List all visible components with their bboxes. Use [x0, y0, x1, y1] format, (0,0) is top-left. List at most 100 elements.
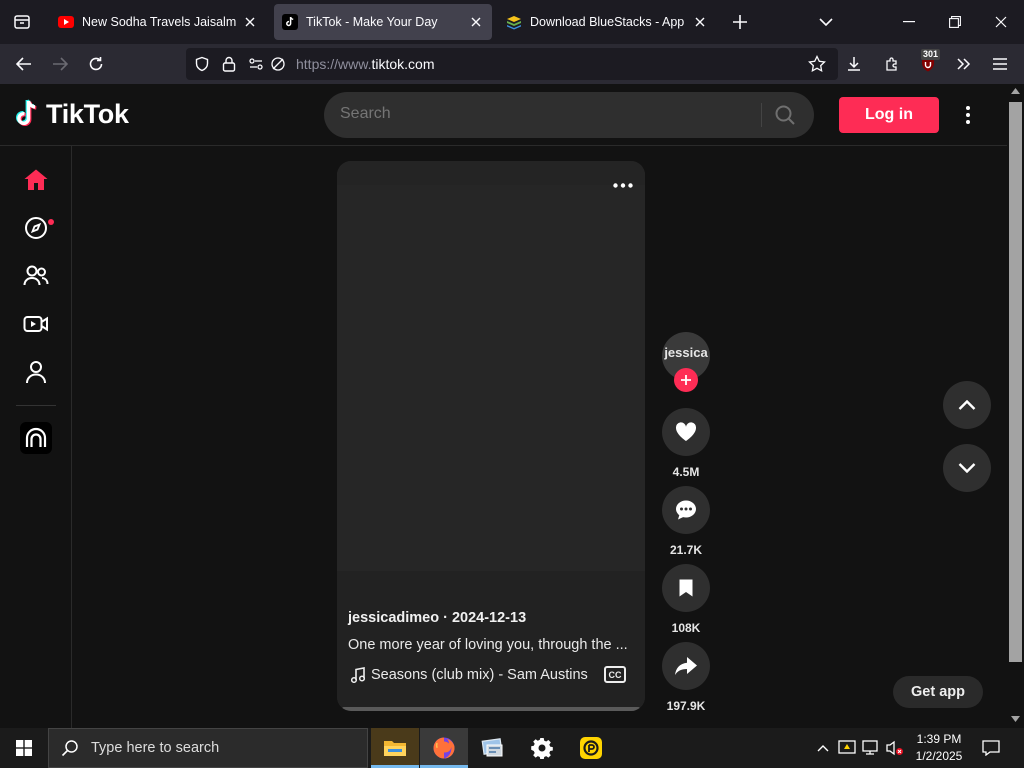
tiktok-note-icon	[16, 99, 37, 127]
close-tab-icon[interactable]	[468, 14, 484, 30]
reload-button[interactable]	[80, 48, 112, 80]
video-player[interactable]: jessicadimeo · 2024-12-13 One more year …	[337, 161, 645, 711]
effect-house-icon	[25, 427, 47, 447]
close-tab-icon[interactable]	[242, 14, 258, 30]
tray-clock[interactable]: 1:39 PM 1/2/2025	[906, 731, 972, 765]
notifications-button[interactable]	[981, 738, 1001, 758]
chevron-up-icon	[817, 745, 829, 752]
more-options-button[interactable]	[956, 102, 980, 128]
browser-tab-youtube[interactable]: New Sodha Travels Jaisalmer To	[50, 4, 266, 40]
nav-for-you[interactable]	[20, 164, 52, 196]
extensions-button[interactable]	[876, 48, 908, 80]
ublock-extension-button[interactable]: 301	[912, 48, 944, 80]
close-tab-icon[interactable]	[692, 14, 708, 30]
ethernet-icon	[862, 740, 878, 755]
tiktok-header: TikTok Log in	[0, 84, 1007, 146]
video-progress-bar[interactable]	[342, 707, 640, 711]
forward-button[interactable]	[44, 48, 76, 80]
search-button[interactable]	[770, 100, 800, 130]
captions-button[interactable]: CC	[604, 666, 626, 683]
tracking-protection-icon[interactable]	[270, 56, 286, 72]
reload-icon	[89, 57, 103, 71]
nav-explore[interactable]	[20, 212, 52, 244]
bookmark-star-icon[interactable]	[808, 55, 826, 73]
comment-button[interactable]	[662, 486, 710, 534]
restore-icon	[949, 16, 961, 28]
follow-button[interactable]	[674, 368, 698, 392]
save-button[interactable]	[662, 564, 710, 612]
search-bar[interactable]	[324, 92, 814, 138]
tray-ethernet[interactable]	[861, 738, 881, 758]
tab-title: TikTok - Make Your Day	[306, 15, 438, 29]
like-count: 4.5M	[672, 465, 700, 479]
lock-icon[interactable]	[222, 56, 236, 72]
browser-tab-tiktok[interactable]: TikTok - Make Your Day	[274, 4, 492, 40]
taskbar-app-yellow[interactable]	[567, 728, 615, 768]
scrollbar-thumb[interactable]	[1009, 102, 1022, 662]
video-music[interactable]: Seasons (club mix) - Sam Austins	[351, 667, 588, 683]
browser-tab-bluestacks[interactable]: Download BlueStacks - App Pla	[498, 4, 716, 40]
shield-icon[interactable]	[194, 56, 210, 72]
clock-time: 1:39 PM	[916, 732, 962, 746]
tab-overview-button[interactable]	[6, 6, 38, 38]
search-icon	[61, 740, 78, 757]
tray-network-alert[interactable]	[837, 738, 857, 758]
people-icon	[23, 265, 49, 286]
new-tab-button[interactable]	[724, 6, 756, 38]
minimize-button[interactable]	[886, 0, 932, 44]
close-window-button[interactable]	[978, 0, 1024, 44]
show-hidden-icons-button[interactable]	[813, 738, 833, 758]
restore-button[interactable]	[932, 0, 978, 44]
previous-video-button[interactable]	[943, 381, 991, 429]
taskbar-firefox[interactable]	[420, 728, 468, 768]
download-icon	[848, 57, 860, 71]
taskbar-settings[interactable]	[518, 728, 566, 768]
taskbar-file-explorer[interactable]	[371, 728, 419, 768]
url-text[interactable]: https://www.tiktok.com	[296, 56, 434, 72]
tab-title: New Sodha Travels Jaisalmer To	[82, 15, 236, 29]
youtube-icon	[58, 14, 74, 30]
save-count: 108K	[671, 621, 701, 635]
comment-action[interactable]: 21.7K	[662, 486, 710, 557]
nav-live[interactable]	[20, 308, 52, 340]
search-input[interactable]	[340, 105, 740, 123]
downloads-button[interactable]	[838, 48, 870, 80]
profile-icon	[26, 361, 46, 384]
overflow-menu-button[interactable]	[948, 48, 980, 80]
login-button[interactable]: Log in	[839, 97, 939, 133]
nav-effect-house[interactable]	[20, 422, 52, 454]
live-video-icon	[23, 316, 48, 332]
video-author[interactable]: jessicadimeo · 2024-12-13	[348, 610, 638, 630]
scroll-up-arrow-icon[interactable]	[1011, 88, 1020, 94]
scroll-down-arrow-icon[interactable]	[1011, 716, 1020, 722]
taskbar-control-panel[interactable]	[469, 728, 517, 768]
taskbar-search[interactable]: Type here to search	[48, 728, 368, 768]
arrow-right-icon	[53, 57, 68, 71]
list-all-tabs-button[interactable]	[810, 6, 842, 38]
video-more-button[interactable]	[609, 175, 637, 195]
share-button[interactable]	[662, 642, 710, 690]
tab-title: Download BlueStacks - App Pla	[530, 15, 686, 29]
url-bar[interactable]: https://www.tiktok.com	[186, 48, 838, 80]
next-video-button[interactable]	[943, 444, 991, 492]
permissions-icon[interactable]	[248, 56, 266, 72]
tiktok-page: TikTok Log in	[0, 84, 1007, 728]
back-button[interactable]	[8, 48, 40, 80]
tray-volume-muted[interactable]	[885, 738, 905, 758]
nav-following[interactable]	[20, 260, 52, 292]
start-button[interactable]	[0, 728, 48, 768]
share-action[interactable]: 197.9K	[662, 642, 710, 713]
get-app-button[interactable]: Get app	[893, 676, 983, 708]
like-button[interactable]	[662, 408, 710, 456]
page-scrollbar[interactable]	[1007, 84, 1024, 728]
app-menu-button[interactable]	[984, 48, 1016, 80]
share-count: 197.9K	[666, 699, 706, 713]
like-action[interactable]: 4.5M	[662, 408, 710, 479]
comment-count: 21.7K	[669, 543, 703, 557]
save-action[interactable]: 108K	[662, 564, 710, 635]
chevron-up-icon	[958, 400, 976, 410]
nav-profile[interactable]	[20, 356, 52, 388]
tiktok-logo[interactable]: TikTok	[14, 98, 129, 130]
vertical-ellipsis-icon	[966, 106, 970, 124]
video-caption[interactable]: One more year of loving you, through the…	[348, 637, 638, 653]
